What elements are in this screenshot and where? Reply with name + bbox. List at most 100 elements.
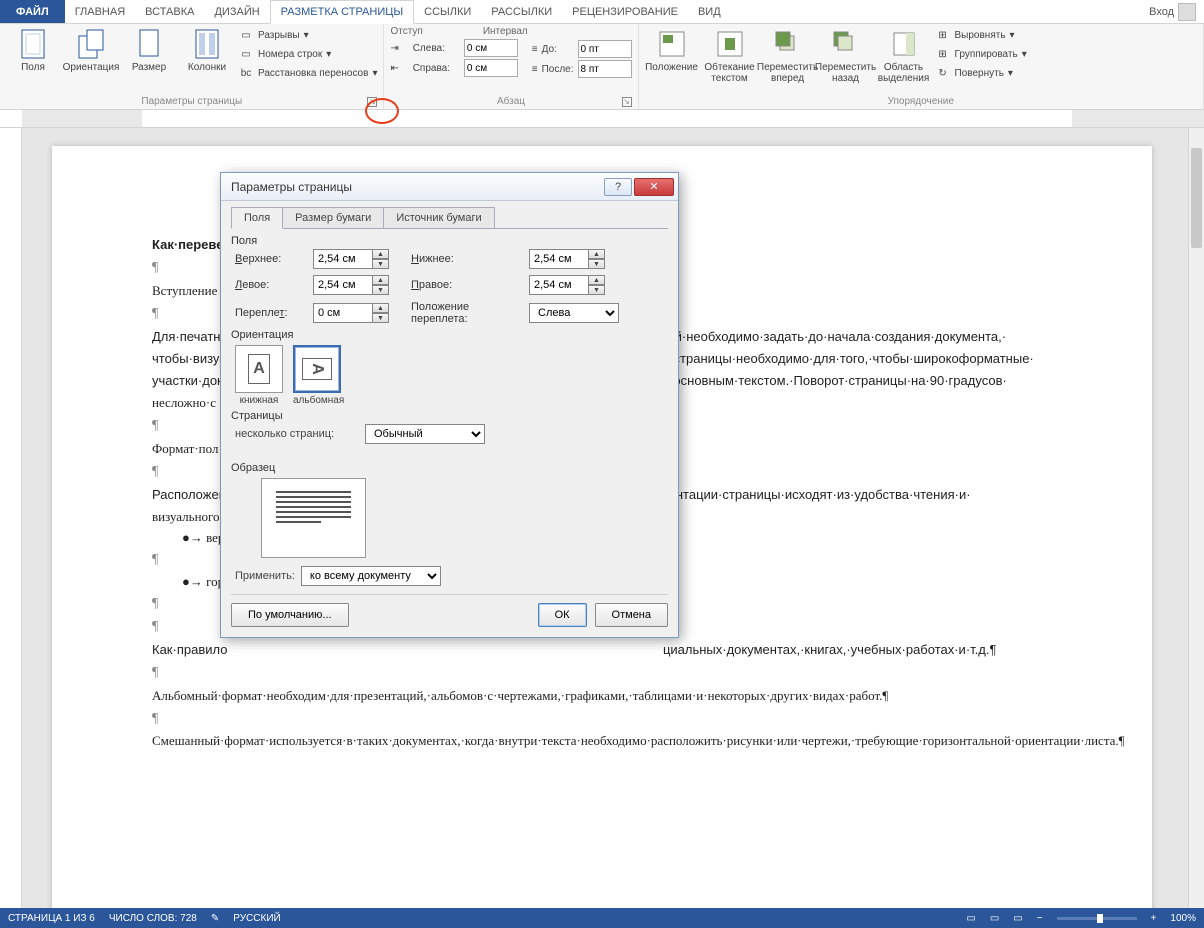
- dialog-help-button[interactable]: ?: [604, 178, 632, 196]
- orientation-section-label: Ориентация: [231, 329, 668, 341]
- zoom-slider[interactable]: [1057, 917, 1137, 920]
- spacing-after-input[interactable]: [578, 60, 632, 78]
- breaks-icon: ▭: [238, 27, 254, 43]
- send-backward-button[interactable]: Переместить назад: [819, 26, 873, 86]
- dialog-tab-source[interactable]: Источник бумаги: [383, 207, 494, 228]
- vertical-scrollbar[interactable]: [1188, 128, 1204, 908]
- size-button[interactable]: Размер: [122, 26, 176, 75]
- columns-button[interactable]: Колонки: [180, 26, 234, 75]
- margin-left-input[interactable]: [313, 275, 373, 295]
- position-button[interactable]: Положение: [645, 26, 699, 75]
- ok-button[interactable]: ОК: [538, 603, 587, 627]
- orientation-button[interactable]: Ориентация: [64, 26, 118, 75]
- group-paragraph-label: Абзац: [497, 96, 525, 107]
- status-language[interactable]: РУССКИЙ: [233, 913, 280, 924]
- vertical-ruler[interactable]: [0, 128, 22, 908]
- breaks-button[interactable]: ▭Разрывы ▾: [238, 26, 377, 44]
- group-objects-button[interactable]: ⊞Группировать ▾: [935, 45, 1027, 63]
- orientation-portrait[interactable]: A книжная: [235, 345, 283, 406]
- page-setup-launcher[interactable]: ↘: [367, 97, 377, 107]
- dialog-tab-paper[interactable]: Размер бумаги: [282, 207, 384, 228]
- margin-bottom-input[interactable]: [529, 249, 589, 269]
- margin-top-label: Верхнее:: [235, 253, 305, 265]
- hyphenation-button[interactable]: bcРасстановка переносов ▾: [238, 64, 377, 82]
- doc-p10: Смешанный·формат·используется·в·таких·до…: [152, 732, 1052, 750]
- zoom-level[interactable]: 100%: [1170, 913, 1196, 924]
- cancel-button[interactable]: Отмена: [595, 603, 668, 627]
- paragraph-launcher[interactable]: ↘: [622, 97, 632, 107]
- status-proofing-icon[interactable]: ✎: [211, 913, 219, 924]
- tab-home[interactable]: ГЛАВНАЯ: [65, 0, 135, 23]
- zoom-out-button[interactable]: −: [1037, 913, 1043, 924]
- view-web-layout-icon[interactable]: ▭: [1013, 913, 1022, 924]
- dialog-close-button[interactable]: ✕: [634, 178, 674, 196]
- indent-left-icon: ⇥: [390, 43, 408, 54]
- page-setup-dialog: Параметры страницы ? ✕ Поля Размер бумаг…: [220, 172, 679, 638]
- pages-section-label: Страницы: [231, 410, 668, 422]
- user-avatar-icon: [1178, 3, 1196, 21]
- tab-view[interactable]: ВИД: [688, 0, 731, 23]
- bring-forward-icon: [772, 28, 804, 60]
- size-icon: [133, 28, 165, 60]
- dialog-tab-margins[interactable]: Поля: [231, 207, 283, 229]
- indent-right-input[interactable]: [464, 59, 518, 77]
- gutter-pos-label: Положение переплета:: [411, 301, 521, 325]
- view-print-layout-icon[interactable]: ▭: [990, 913, 999, 924]
- align-icon: ⊞: [935, 27, 951, 43]
- zoom-in-button[interactable]: +: [1151, 913, 1157, 924]
- rotate-icon: ↻: [935, 65, 951, 81]
- tab-insert[interactable]: ВСТАВКА: [135, 0, 204, 23]
- hyphenation-icon: bc: [238, 65, 254, 81]
- tab-file[interactable]: ФАЙЛ: [0, 0, 65, 23]
- margin-right-input[interactable]: [529, 275, 589, 295]
- tab-mailings[interactable]: РАССЫЛКИ: [481, 0, 562, 23]
- line-numbers-button[interactable]: ▭Номера строк ▾: [238, 45, 377, 63]
- group-page-setup-label: Параметры страницы: [141, 96, 242, 107]
- apply-to-label: Применить:: [235, 570, 295, 582]
- group-icon: ⊞: [935, 46, 951, 62]
- selection-pane-icon: [888, 28, 920, 60]
- align-button[interactable]: ⊞Выровнять ▾: [935, 26, 1027, 44]
- apply-to-select[interactable]: ко всему документу: [301, 566, 441, 586]
- spacing-header: Интервал: [483, 26, 528, 37]
- tab-design[interactable]: ДИЗАЙН: [204, 0, 269, 23]
- margins-button[interactable]: Поля: [6, 26, 60, 75]
- group-arrange-label: Упорядочение: [888, 96, 954, 107]
- indent-left-input[interactable]: [464, 39, 518, 57]
- multi-pages-select[interactable]: Обычный: [365, 424, 485, 444]
- spacing-after-icon: ≡: [532, 64, 538, 75]
- position-icon: [656, 28, 688, 60]
- margin-right-label: Правое:: [411, 279, 521, 291]
- selection-pane-button[interactable]: Область выделения: [877, 26, 931, 86]
- indent-header: Отступ: [390, 26, 422, 37]
- status-word-count[interactable]: ЧИСЛО СЛОВ: 728: [109, 913, 197, 924]
- spacing-before-input[interactable]: [578, 40, 632, 58]
- rotate-button[interactable]: ↻Повернуть ▾: [935, 64, 1027, 82]
- view-read-mode-icon[interactable]: ▭: [966, 913, 975, 924]
- gutter-pos-select[interactable]: Слева: [529, 303, 619, 323]
- tab-page-layout[interactable]: РАЗМЕТКА СТРАНИЦЫ: [270, 0, 414, 24]
- horizontal-ruler[interactable]: [0, 110, 1204, 128]
- doc-p9: Альбомный·формат·необходим·для·презентац…: [152, 687, 1052, 705]
- login-link[interactable]: Вход: [1141, 0, 1204, 23]
- ribbon: Поля Ориентация Размер Колонки ▭Разрывы …: [0, 24, 1204, 110]
- margins-section-label: Поля: [231, 235, 668, 247]
- wrap-text-button[interactable]: Обтекание текстом: [703, 26, 757, 86]
- gutter-label: Переплет:: [235, 307, 305, 319]
- set-default-button[interactable]: По умолчанию...: [231, 603, 349, 627]
- margins-icon: [17, 28, 49, 60]
- bring-forward-button[interactable]: Переместить вперед: [761, 26, 815, 86]
- tab-references[interactable]: ССЫЛКИ: [414, 0, 481, 23]
- indent-right-icon: ⇤: [390, 63, 408, 74]
- status-page[interactable]: СТРАНИЦА 1 ИЗ 6: [8, 913, 95, 924]
- gutter-input[interactable]: [313, 303, 373, 323]
- ribbon-tabs: ФАЙЛ ГЛАВНАЯ ВСТАВКА ДИЗАЙН РАЗМЕТКА СТР…: [0, 0, 1204, 24]
- preview-box: [261, 478, 366, 558]
- margin-top-input[interactable]: [313, 249, 373, 269]
- send-backward-icon: [830, 28, 862, 60]
- tab-review[interactable]: РЕЦЕНЗИРОВАНИЕ: [562, 0, 688, 23]
- dialog-title: Параметры страницы: [231, 180, 602, 194]
- dialog-titlebar[interactable]: Параметры страницы ? ✕: [221, 173, 678, 201]
- doc-title: Как·переве: [152, 237, 223, 252]
- orientation-landscape[interactable]: A альбомная: [293, 345, 344, 406]
